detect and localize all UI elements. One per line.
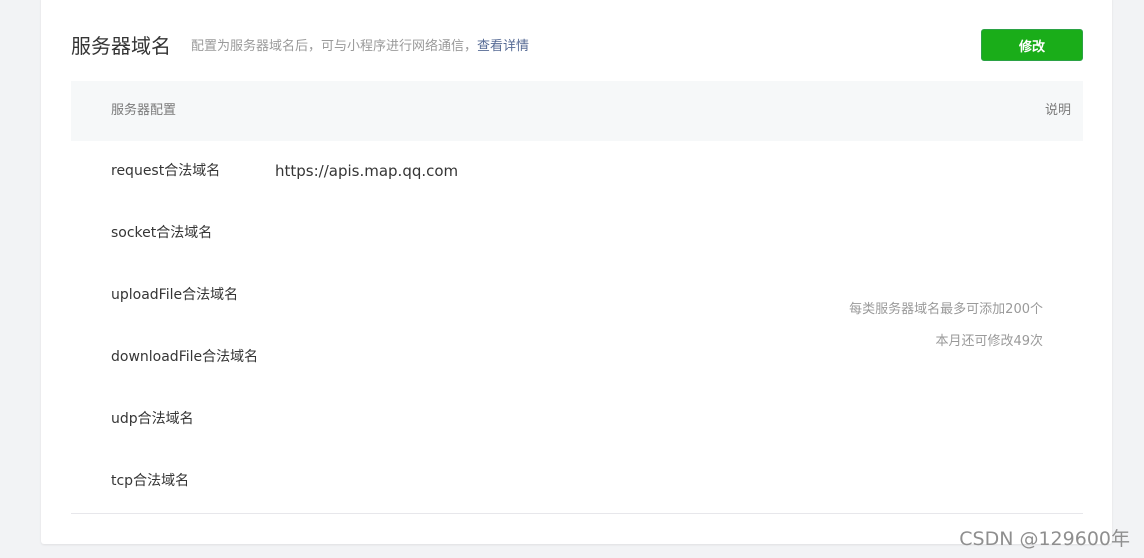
column-header-note: 说明	[1044, 103, 1071, 118]
request-domain-value: https://apis.map.qq.com	[275, 162, 459, 180]
section-description: 配置为服务器域名后，可与小程序进行网络通信，查看详情	[191, 39, 529, 55]
socket-domain-label: socket合法域名	[111, 225, 213, 241]
udp-domain-label: udp合法域名	[111, 411, 194, 427]
description-text: 配置为服务器域名后，可与小程序进行网络通信，	[191, 39, 478, 54]
uploadfile-domain-label: uploadFile合法域名	[111, 287, 239, 303]
page-title: 服务器域名	[71, 34, 171, 58]
modify-count-note: 本月还可修改49次	[935, 334, 1043, 349]
watermark: CSDN @129600年	[959, 528, 1130, 550]
table-divider	[71, 513, 1083, 514]
column-header-config: 服务器配置	[111, 103, 177, 118]
server-domain-card: 服务器域名 配置为服务器域名后，可与小程序进行网络通信，查看详情 修改 服务器配…	[41, 0, 1112, 544]
domain-limit-note: 每类服务器域名最多可添加200个	[849, 302, 1043, 317]
downloadfile-domain-label: downloadFile合法域名	[111, 349, 259, 365]
request-domain-label: request合法域名	[111, 163, 221, 179]
edit-button[interactable]: 修改	[981, 29, 1083, 61]
view-details-link[interactable]: 查看详情	[477, 39, 529, 54]
tcp-domain-label: tcp合法域名	[111, 473, 190, 489]
table-header: 服务器配置 说明	[71, 81, 1083, 141]
